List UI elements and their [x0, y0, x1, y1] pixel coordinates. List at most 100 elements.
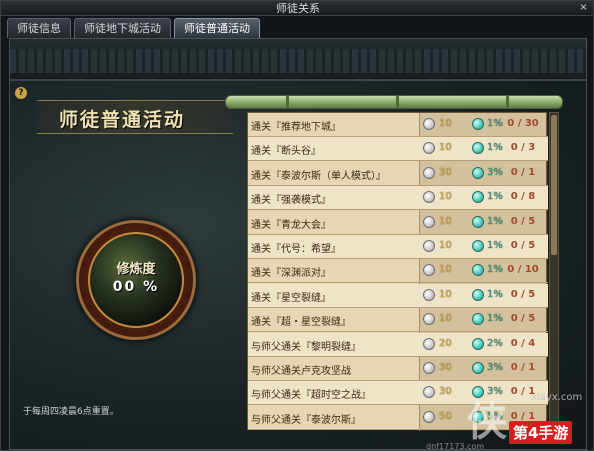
activity-name: 通关『断头谷』 — [251, 146, 321, 157]
table-row: 通关『代号：希望』 10 1% 0 / 5 — [248, 235, 548, 259]
reward-value: 30 — [439, 386, 452, 397]
page-title: 师徒普通活动 — [59, 109, 186, 131]
coin-icon — [423, 313, 435, 325]
coin-icon — [423, 386, 435, 398]
reward-value: 10 — [439, 264, 452, 275]
tab-bar: 师徒信息 师徒地下城活动 师徒普通活动 — [7, 18, 260, 38]
rate-value: 3% — [487, 167, 503, 178]
activity-name: 通关『强袭模式』 — [251, 195, 331, 206]
rate-value: 1% — [487, 289, 503, 300]
table-row: 通关『青龙大会』 10 1% 0 / 5 — [248, 211, 548, 235]
reward-value: 50 — [439, 411, 452, 422]
coin-icon — [423, 338, 435, 350]
watermark-site: xiayx.com — [531, 392, 583, 403]
bamboo-node — [286, 96, 289, 108]
reward-value: 30 — [439, 362, 452, 373]
rate-value: 1% — [487, 118, 503, 129]
orb-value: 00 % — [112, 279, 160, 295]
coin-icon — [423, 216, 435, 228]
scrollbar[interactable] — [549, 112, 559, 430]
table-row: 通关『星空裂缝』 10 1% 0 / 5 — [248, 284, 548, 308]
table-row: 通关『断头谷』 10 1% 0 / 3 — [248, 137, 548, 161]
percent-icon — [472, 362, 484, 374]
title-banner: 师徒普通活动 — [37, 100, 233, 134]
percent-icon — [472, 142, 484, 154]
tab-mentor-dungeon[interactable]: 师徒地下城活动 — [74, 18, 171, 38]
activity-name: 通关『超・星空裂缝』 — [251, 317, 351, 328]
reward-value: 10 — [439, 142, 452, 153]
coin-icon — [423, 142, 435, 154]
progress-value: 0 / 1 — [510, 362, 536, 373]
coin-icon — [423, 191, 435, 203]
coin-icon — [423, 167, 435, 179]
progress-value: 0 / 5 — [510, 289, 536, 300]
progress-value: 0 / 3 — [510, 142, 536, 153]
percent-icon — [472, 264, 484, 276]
rate-value: 1% — [487, 264, 503, 275]
cultivation-orb: 修炼度 00 % — [76, 220, 196, 340]
tab-mentor-info[interactable]: 师徒信息 — [7, 18, 71, 38]
progress-value: 0 / 30 — [507, 118, 539, 129]
progress-value: 0 / 1 — [510, 167, 536, 178]
activity-name: 通关『代号：希望』 — [251, 244, 341, 255]
activity-table: 通关『推荐地下城』 10 1% 0 / 30 通关『断头谷』 10 1% 0 / 3 通关『泰波… — [247, 112, 548, 431]
table-row: 通关『强袭模式』 10 1% 0 / 8 — [248, 186, 548, 210]
window-title: 师徒关系 — [1, 1, 593, 16]
activity-name: 通关『泰波尔斯（单人模式）』 — [251, 171, 386, 182]
rate-value: 1% — [487, 191, 503, 202]
activity-name: 与师父通关『黎明裂缝』 — [251, 342, 361, 353]
coin-icon — [423, 240, 435, 252]
table-row: 通关『泰波尔斯（单人模式）』 30 3% 0 / 1 — [248, 162, 548, 186]
progress-value: 0 / 8 — [510, 191, 536, 202]
progress-value: 0 / 10 — [507, 264, 539, 275]
rate-value: 1% — [487, 216, 503, 227]
progress-value: 0 / 5 — [510, 240, 536, 251]
watermark-brand: 第4手游 — [509, 421, 573, 444]
activity-name: 通关『推荐地下城』 — [251, 122, 341, 133]
rate-value: 2% — [487, 338, 503, 349]
reward-value: 10 — [439, 240, 452, 251]
percent-icon — [472, 240, 484, 252]
percent-icon — [472, 118, 484, 130]
bamboo-rod — [225, 95, 563, 109]
rate-value: 3% — [487, 362, 503, 373]
reward-value: 10 — [439, 289, 452, 300]
activity-name: 通关『星空裂缝』 — [251, 293, 331, 304]
close-icon[interactable]: × — [577, 2, 590, 14]
progress-value: 0 / 5 — [510, 216, 536, 227]
reward-value: 10 — [439, 313, 452, 324]
percent-icon — [472, 167, 484, 179]
coin-icon — [423, 264, 435, 276]
window: 师徒关系 × 师徒信息 师徒地下城活动 师徒普通活动 ? 师徒普通活动 修炼度 … — [0, 0, 594, 451]
percent-icon — [472, 338, 484, 350]
reset-note: 于每周四凌晨6点重置。 — [23, 407, 119, 417]
activity-name: 通关『青龙大会』 — [251, 220, 331, 231]
activity-name: 与师父通关『超时空之战』 — [251, 390, 371, 401]
scroll-thumb[interactable] — [551, 115, 557, 255]
percent-icon — [472, 191, 484, 203]
orb-label: 修炼度 — [116, 262, 156, 277]
roof-decoration — [10, 39, 586, 81]
reward-value: 20 — [439, 338, 452, 349]
table-row: 通关『推荐地下城』 10 1% 0 / 30 — [248, 113, 548, 137]
watermark-logo: 侠 — [467, 398, 507, 445]
activity-name: 通关『深渊派对』 — [251, 268, 331, 279]
bamboo-node — [506, 96, 509, 108]
progress-value: 0 / 4 — [510, 338, 536, 349]
reward-value: 10 — [439, 191, 452, 202]
reward-value: 10 — [439, 118, 452, 129]
bamboo-node — [396, 96, 399, 108]
rate-value: 1% — [487, 142, 503, 153]
tab-mentor-normal[interactable]: 师徒普通活动 — [174, 18, 260, 38]
table-row: 与师父通关『黎明裂缝』 20 2% 0 / 4 — [248, 333, 548, 357]
help-icon[interactable]: ? — [15, 87, 27, 99]
percent-icon — [472, 313, 484, 325]
table-row: 通关『深渊派对』 10 1% 0 / 10 — [248, 259, 548, 283]
progress-value: 0 / 5 — [510, 313, 536, 324]
watermark-url: dnf17173.com — [426, 442, 485, 451]
coin-icon — [423, 362, 435, 374]
percent-icon — [472, 289, 484, 301]
roof-tiles — [10, 49, 586, 73]
activity-name: 与师父通关卢克攻坚战 — [251, 366, 351, 377]
table-row: 通关『超・星空裂缝』 10 1% 0 / 5 — [248, 308, 548, 332]
